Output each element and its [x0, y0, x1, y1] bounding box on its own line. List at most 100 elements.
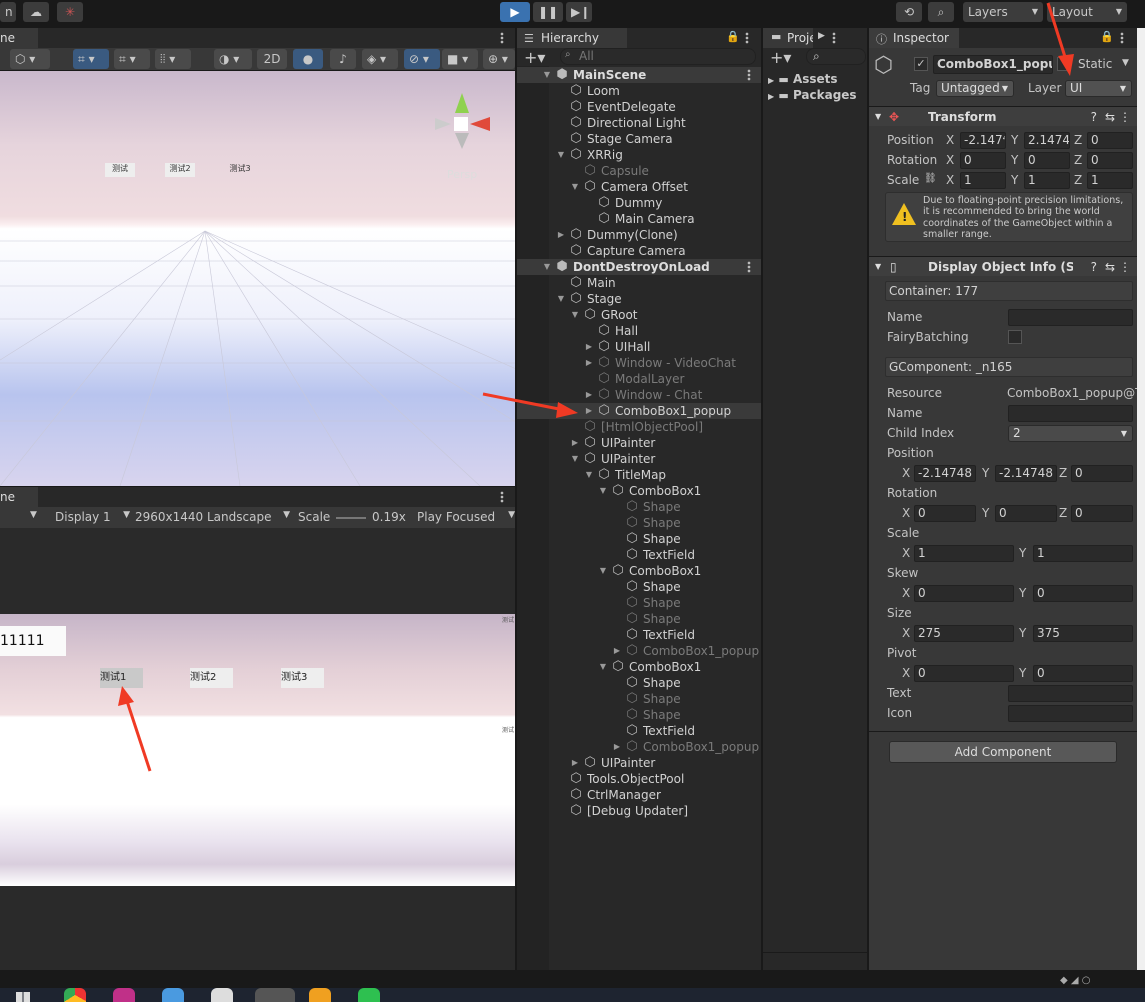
- child-index-dropdown[interactable]: 2 ▼: [1008, 425, 1133, 442]
- hierarchy-menu-icon[interactable]: [745, 32, 749, 44]
- hierarchy-item[interactable]: ▶ ⬡ Dummy(Clone): [517, 227, 761, 243]
- hierarchy-item[interactable]: ⬡ Tools.ObjectPool: [517, 771, 761, 787]
- doi-skew-y[interactable]: 0: [1033, 585, 1133, 602]
- grid-snap-button[interactable]: ⌗ ▾: [73, 49, 109, 69]
- pause-button[interactable]: ❚❚: [533, 2, 563, 22]
- tab-scene[interactable]: ne: [0, 28, 38, 48]
- transform-scale-y[interactable]: 1: [1024, 172, 1070, 189]
- doi-skew-x[interactable]: 0: [914, 585, 1014, 602]
- project-add-button[interactable]: +▾: [770, 48, 791, 67]
- 2d-button[interactable]: 2D: [257, 49, 287, 69]
- hierarchy-item[interactable]: ▼ ⬡ UIPainter: [517, 451, 761, 467]
- hierarchy-item[interactable]: ⬡ Hall: [517, 323, 761, 339]
- expand-arrow-icon[interactable]: ▼: [598, 483, 608, 499]
- doi-pivot-y[interactable]: 0: [1033, 665, 1133, 682]
- expand-arrow-icon[interactable]: ▼: [556, 291, 566, 307]
- transform-pos-y[interactable]: 2.1474: [1024, 132, 1070, 149]
- expand-arrow-icon[interactable]: ▼: [570, 179, 580, 195]
- hierarchy-item[interactable]: ⬡ Shape: [517, 515, 761, 531]
- inspector-menu-icon[interactable]: [1120, 32, 1124, 44]
- project-tree-item-assets[interactable]: ▶ ▬ Assets: [768, 72, 838, 86]
- history-icon[interactable]: ⟲: [896, 2, 922, 22]
- visibility-button[interactable]: ⊘ ▾: [404, 49, 440, 69]
- hierarchy-item[interactable]: ▶ ⬡ Window - VideoChat: [517, 355, 761, 371]
- layers-dropdown[interactable]: Layers ▼: [963, 2, 1043, 22]
- hierarchy-item[interactable]: ⬡ Stage Camera: [517, 131, 761, 147]
- scene-menu-icon[interactable]: [500, 32, 504, 44]
- doi-rot-y[interactable]: 0: [995, 505, 1057, 522]
- game-menu-icon[interactable]: [500, 491, 504, 503]
- transform-rot-y[interactable]: 0: [1024, 152, 1070, 169]
- effects-button[interactable]: ◈ ▾: [362, 49, 398, 69]
- hierarchy-item[interactable]: ▼ ⬡ ComboBox1: [517, 483, 761, 499]
- hierarchy-search-input[interactable]: All: [560, 48, 756, 65]
- hierarchy-item[interactable]: ▶ ⬡ UIPainter: [517, 435, 761, 451]
- hierarchy-item[interactable]: ⬡ Shape: [517, 675, 761, 691]
- doi-name-field[interactable]: [1008, 309, 1133, 326]
- transform-rot-x[interactable]: 0: [960, 152, 1006, 169]
- scene-menu-icon[interactable]: [747, 261, 751, 273]
- hierarchy-item[interactable]: ⬡ Capture Camera: [517, 243, 761, 259]
- active-checkbox[interactable]: ✓: [914, 57, 928, 71]
- hierarchy-item[interactable]: ▶ ⬡ UIPainter: [517, 755, 761, 771]
- unity-icon[interactable]: [211, 988, 233, 1002]
- expand-arrow-icon[interactable]: ▼: [542, 67, 552, 83]
- transform-rot-z[interactable]: 0: [1087, 152, 1133, 169]
- hierarchy-item[interactable]: ⬡ Loom: [517, 83, 761, 99]
- hierarchy-item[interactable]: ⬡ TextField: [517, 627, 761, 643]
- play-focused-dropdown[interactable]: Play Focused ▼: [417, 510, 515, 524]
- add-component-button[interactable]: Add Component: [889, 741, 1117, 763]
- doi-icon-field[interactable]: [1008, 705, 1133, 722]
- project-search-input[interactable]: ⌕: [806, 48, 866, 65]
- object-name-field[interactable]: ComboBox1_popup: [933, 55, 1053, 74]
- hierarchy-item[interactable]: ⬡ TextField: [517, 547, 761, 563]
- hierarchy-item[interactable]: ⬡ EventDelegate: [517, 99, 761, 115]
- hierarchy-item[interactable]: ⬡ TextField: [517, 723, 761, 739]
- search-icon[interactable]: ⌕: [928, 2, 954, 22]
- hierarchy-item[interactable]: ⬡ Shape: [517, 707, 761, 723]
- audio-icon[interactable]: ♪: [330, 49, 356, 69]
- expand-arrow-icon[interactable]: ▼: [556, 147, 566, 163]
- hierarchy-item[interactable]: ⬡ Shape: [517, 691, 761, 707]
- game-viewport[interactable]: 11111 测试1 测试2 测试3 测试 测试: [0, 614, 515, 886]
- doi-pos-y[interactable]: -2.14748: [995, 465, 1057, 482]
- inspector-lock-icon[interactable]: 🔒: [1100, 30, 1114, 43]
- hierarchy-item[interactable]: ▼ ⬡ GRoot: [517, 307, 761, 323]
- hierarchy-item[interactable]: ⬡ Dummy: [517, 195, 761, 211]
- project-menu-icon[interactable]: [832, 32, 836, 44]
- collapse-arrow-icon[interactable]: ▶: [612, 643, 622, 659]
- project-nav-arrow[interactable]: ▶: [818, 31, 825, 41]
- play-button[interactable]: ▶: [500, 2, 530, 22]
- windows-start-icon[interactable]: [16, 992, 30, 1002]
- doi-pivot-x[interactable]: 0: [914, 665, 1014, 682]
- draw-mode-icon[interactable]: ⬡ ▾: [10, 49, 50, 69]
- tag-dropdown[interactable]: Untagged ▼: [936, 80, 1014, 97]
- hierarchy-item[interactable]: ▼ ⬡ Stage: [517, 291, 761, 307]
- persp-label[interactable]: Persp: [447, 168, 477, 181]
- game-dropdown-arrow[interactable]: ▼: [30, 510, 37, 520]
- hierarchy-scene-row[interactable]: ▼ ⬢ MainScene: [517, 67, 761, 83]
- hierarchy-item[interactable]: ⬡ Capsule: [517, 163, 761, 179]
- rider-icon[interactable]: [113, 988, 135, 1002]
- hierarchy-item[interactable]: ⬡ Shape: [517, 499, 761, 515]
- transform-scale-x[interactable]: 1: [960, 172, 1006, 189]
- doi-pos-x[interactable]: -2.14748: [914, 465, 976, 482]
- orientation-gizmo[interactable]: [435, 93, 490, 153]
- hierarchy-item[interactable]: ▼ ⬡ ComboBox1: [517, 563, 761, 579]
- hierarchy-add-button[interactable]: +▾: [524, 48, 545, 67]
- collapse-arrow-icon[interactable]: ▶: [570, 435, 580, 451]
- hierarchy-item[interactable]: ▶ ⬡ UIHall: [517, 339, 761, 355]
- hierarchy-item[interactable]: ▶ ⬡ ComboBox1_popup: [517, 739, 761, 755]
- doi-scale-y[interactable]: 1: [1033, 545, 1133, 562]
- hierarchy-item[interactable]: ▼ ⬡ XRRig: [517, 147, 761, 163]
- expand-arrow-icon[interactable]: ▼: [570, 307, 580, 323]
- expand-arrow-icon[interactable]: ▼: [570, 451, 580, 467]
- hierarchy-item[interactable]: ▼ ⬡ Camera Offset: [517, 179, 761, 195]
- hierarchy-item[interactable]: ⬡ CtrlManager: [517, 787, 761, 803]
- browser-icon[interactable]: [162, 988, 184, 1002]
- transform-pos-x[interactable]: -2.147⁴: [960, 132, 1006, 149]
- hierarchy-item[interactable]: ⬡ ModalLayer: [517, 371, 761, 387]
- display-dropdown[interactable]: Display 1 ▼: [55, 510, 130, 524]
- doi-size-x[interactable]: 275: [914, 625, 1014, 642]
- lighting-icon[interactable]: ●: [293, 49, 323, 69]
